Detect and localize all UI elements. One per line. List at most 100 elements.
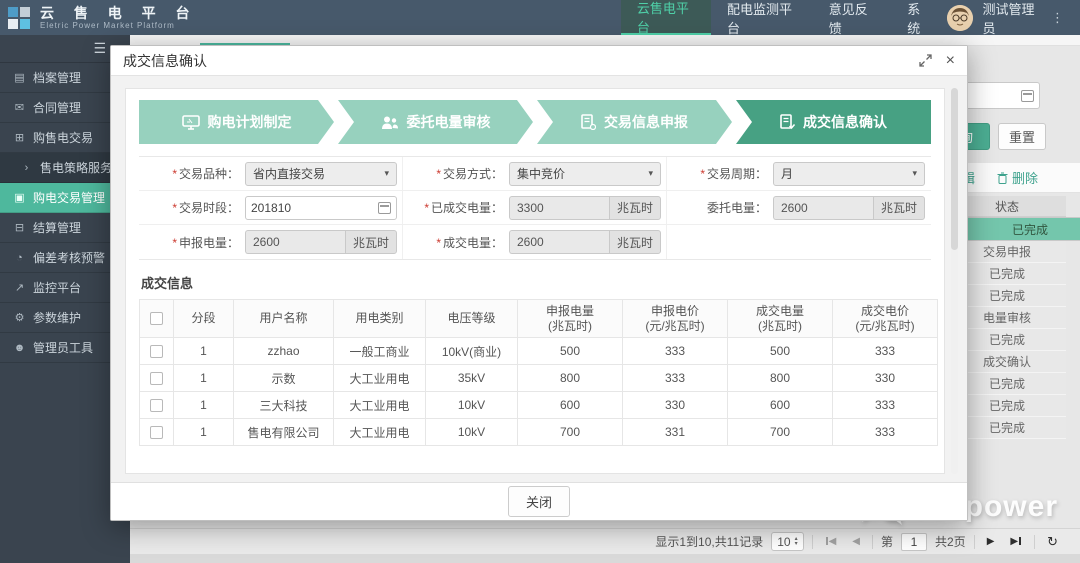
divider	[1034, 535, 1035, 549]
cell-segment: 1	[174, 419, 234, 446]
step-deal-confirmation: 成交信息确认	[736, 100, 931, 144]
delete-link-label: 删除	[1012, 168, 1038, 187]
cell-declared-price: 331	[623, 419, 728, 446]
cell-deal-volume: 600	[728, 392, 833, 419]
trade-cycle-select[interactable]: 月▾	[773, 162, 925, 186]
field-label: 已成交电量：	[407, 199, 503, 216]
app-title: 云 售 电 平 台	[40, 6, 198, 21]
cell-user-name: 示数	[234, 365, 334, 392]
nav-item-distribution-monitor[interactable]: 配电监测平台	[711, 0, 813, 35]
cell-declared-volume: 700	[518, 419, 623, 446]
entrusted-volume-input[interactable]	[773, 196, 873, 220]
reset-button[interactable]: 重置	[998, 123, 1046, 150]
user-area: 测试管理员 ⋮	[947, 0, 1080, 37]
select-all-checkbox[interactable]	[150, 312, 163, 325]
caret-down-icon: ▾	[912, 168, 917, 179]
deal-table: 分段 用户名称 用电类别 电压等级 申报电量(兆瓦时) 申报电价(元/兆瓦时) …	[139, 299, 938, 446]
col-header: 成交电量(兆瓦时)	[728, 300, 833, 338]
modal-title: 成交信息确认	[123, 51, 207, 71]
declared-volume-input[interactable]	[245, 230, 345, 254]
calendar-icon	[1021, 90, 1034, 102]
divider	[872, 535, 873, 549]
sidebar-item-label: 售电策略服务	[40, 159, 112, 176]
select-value: 月	[781, 165, 793, 182]
cell-declared-price: 333	[623, 365, 728, 392]
step-label: 成交信息确认	[803, 112, 887, 132]
nav-item-system[interactable]: 系统	[891, 0, 946, 35]
sidebar-item-label: 结算管理	[33, 219, 81, 236]
empty-cell	[667, 225, 931, 259]
close-button[interactable]: 关闭	[508, 486, 570, 517]
row-checkbox[interactable]	[150, 399, 163, 412]
field-deal-volume: 成交电量： 兆瓦时	[403, 225, 667, 259]
modal-scrollbar[interactable]	[951, 88, 958, 474]
section-title: 成交信息	[141, 273, 931, 292]
field-declared-volume: 申报电量： 兆瓦时	[139, 225, 403, 259]
pagination-summary: 显示1到10,共11记录	[655, 533, 763, 550]
more-menu-icon[interactable]: ⋮	[1049, 10, 1066, 26]
trade-mode-select[interactable]: 集中竞价▾	[509, 162, 661, 186]
sidebar-item-label: 购电交易管理	[33, 189, 105, 206]
delete-link[interactable]: 删除	[997, 168, 1038, 187]
trade-period-input[interactable]	[251, 201, 361, 215]
nav-item-cloud-platform[interactable]: 云售电平台	[621, 0, 711, 35]
unit-label: 兆瓦时	[873, 196, 925, 220]
next-page-button[interactable]: ▶	[983, 536, 999, 547]
cell-segment: 1	[174, 392, 234, 419]
last-page-button[interactable]: ▶	[1006, 536, 1026, 547]
trash-icon	[997, 172, 1008, 184]
step-entrust-review: 委托电量审核	[338, 100, 533, 144]
avatar[interactable]	[947, 5, 973, 31]
first-page-button[interactable]: ◀	[821, 536, 841, 547]
cell-user-name: zzhao	[234, 338, 334, 365]
divider	[974, 535, 975, 549]
field-label: 委托电量：	[671, 199, 767, 216]
row-checkbox[interactable]	[150, 426, 163, 439]
step-trade-declaration: 交易信息申报	[537, 100, 732, 144]
app-logo: 云 售 电 平 台 Eletric Power Market Platform	[0, 6, 206, 30]
first-page-icon: ◀	[829, 536, 837, 547]
field-label: 交易品种：	[143, 165, 239, 182]
refresh-button[interactable]: ↻	[1043, 534, 1062, 550]
cell-voltage-level: 35kV	[426, 365, 518, 392]
step-label: 交易信息申报	[604, 112, 688, 132]
col-header: 分段	[174, 300, 234, 338]
id-card-icon: ▤	[13, 71, 26, 84]
nav-item-feedback[interactable]: 意见反馈	[813, 0, 892, 35]
table-row: 1 示数 大工业用电 35kV 800 333 800 330	[140, 365, 938, 392]
chart-icon: ↗	[13, 281, 26, 294]
cell-usage-type: 一般工商业	[334, 338, 426, 365]
status-cell[interactable]: 已完成	[954, 217, 1080, 241]
row-checkbox[interactable]	[150, 372, 163, 385]
cell-deal-price: 333	[833, 392, 938, 419]
logo-squares-icon	[8, 6, 32, 30]
unit-label: 兆瓦时	[609, 196, 661, 220]
prev-page-button[interactable]: ◀	[848, 536, 864, 547]
sidebar-item-label: 监控平台	[33, 279, 81, 296]
trade-variety-select[interactable]: 省内直接交易▾	[245, 162, 397, 186]
field-label: 交易方式：	[407, 165, 503, 182]
scrollbar-thumb[interactable]	[951, 88, 958, 250]
cell-segment: 1	[174, 365, 234, 392]
field-label: 交易周期：	[671, 165, 767, 182]
table-row: 1 zzhao 一般工商业 10kV(商业) 500 333 500 333	[140, 338, 938, 365]
top-nav: 云售电平台 配电监测平台 意见反馈 系统	[621, 0, 947, 35]
dealt-volume-input[interactable]	[509, 196, 609, 220]
page-size-select[interactable]: 10 ▴▾	[771, 532, 803, 551]
cell-deal-price: 333	[833, 419, 938, 446]
cell-declared-volume: 800	[518, 365, 623, 392]
cell-deal-price: 330	[833, 365, 938, 392]
calendar-icon[interactable]	[378, 202, 391, 214]
row-checkbox[interactable]	[150, 345, 163, 358]
expand-icon[interactable]	[919, 54, 932, 67]
modal-titlebar: 成交信息确认 ×	[111, 46, 967, 76]
divider	[812, 535, 813, 549]
deal-volume-input[interactable]	[509, 230, 609, 254]
select-value: 省内直接交易	[253, 165, 325, 182]
cell-declared-volume: 600	[518, 392, 623, 419]
page-size-value: 10	[777, 535, 790, 549]
close-icon[interactable]: ×	[946, 53, 955, 69]
select-value: 集中竞价	[517, 165, 565, 182]
cell-user-name: 售电有限公司	[234, 419, 334, 446]
current-page-input[interactable]	[901, 533, 927, 551]
